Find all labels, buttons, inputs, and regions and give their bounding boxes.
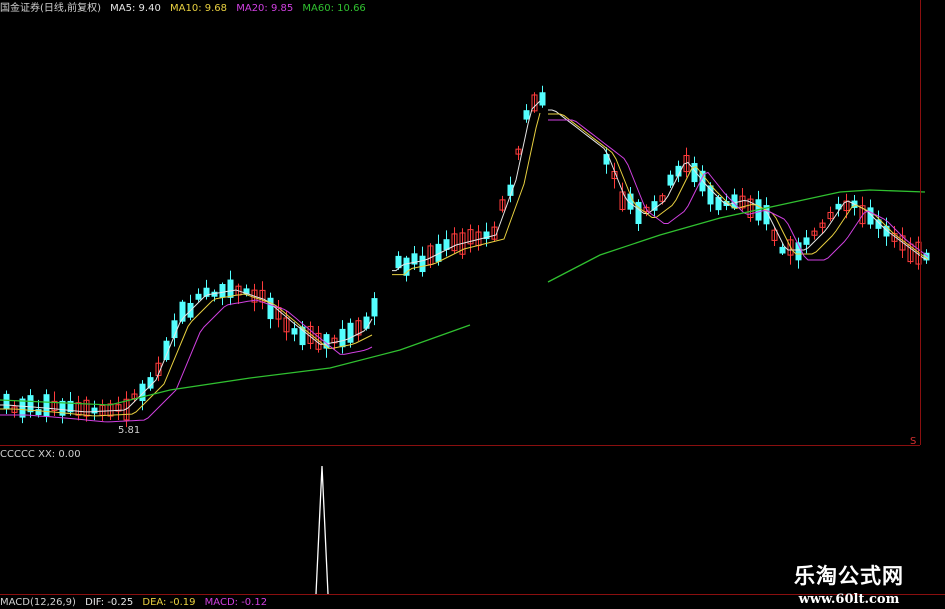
indicator-info-bar: CCCCC XX: 0.00 <box>0 448 87 462</box>
watermark-title: 乐淘公式网 <box>794 563 904 588</box>
candle-body <box>147 377 154 389</box>
candle-body <box>27 395 34 413</box>
candle-body <box>3 393 10 410</box>
candle-body <box>195 293 202 300</box>
indicator-value: CCCCC XX: 0.00 <box>0 449 81 460</box>
candle-body <box>395 255 402 269</box>
stock-chart-window: 国金证券(日线,前复权) MA5: 9.40 MA10: 9.68 MA20: … <box>0 0 945 609</box>
watermark: 乐淘公式网 www.60lt.com <box>759 560 939 607</box>
macd-info-bar: MACD(12,26,9) DIF: -0.25 DEA: -0.19 MACD… <box>0 596 273 609</box>
candle-body <box>371 298 378 317</box>
candle-body <box>227 279 234 298</box>
candle-body <box>667 174 674 186</box>
dif-value: DIF: -0.25 <box>85 597 134 608</box>
macd-value: MACD: -0.12 <box>204 597 268 608</box>
pane-separator-top <box>0 445 920 446</box>
ma10-line <box>0 112 929 417</box>
candle-body <box>803 237 810 245</box>
candle-body <box>779 246 786 254</box>
candle-body <box>267 297 274 320</box>
candle-body <box>443 239 450 250</box>
indicator-spike <box>315 465 329 595</box>
candle-body <box>91 407 98 414</box>
candle-body <box>539 92 546 106</box>
candle-body <box>291 328 298 335</box>
axis-marker: S <box>910 436 917 447</box>
ma20-line <box>0 119 929 423</box>
candle-body <box>43 394 50 417</box>
candle-body <box>523 110 530 120</box>
candle-body <box>339 328 346 348</box>
dea-value: DEA: -0.19 <box>142 597 196 608</box>
candle-body <box>347 322 354 343</box>
price-axis-line <box>920 0 921 445</box>
candle-body <box>419 255 426 273</box>
watermark-url: www.60lt.com <box>798 592 900 607</box>
low-price-label: 5.81 <box>118 425 141 436</box>
macd-label: MACD(12,26,9) <box>0 597 76 608</box>
price-chart[interactable] <box>0 0 945 609</box>
candle-body <box>219 284 226 298</box>
candle-body <box>707 185 714 205</box>
ma5-line <box>0 100 929 413</box>
